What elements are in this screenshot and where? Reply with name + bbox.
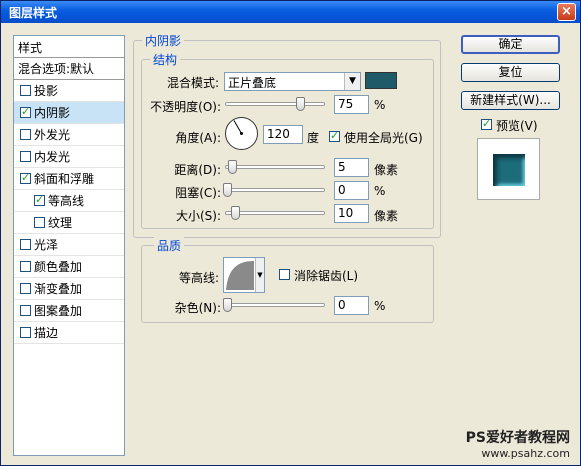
style-list-item-label: 颜色叠加 (34, 260, 83, 274)
global-light-label: 使用全局光(G) (344, 131, 423, 145)
style-checkbox[interactable] (20, 151, 31, 162)
style-list-item[interactable]: 颜色叠加 (14, 256, 124, 278)
style-list-item[interactable]: 纹理 (14, 212, 124, 234)
style-list-item[interactable]: 内发光 (14, 146, 124, 168)
opacity-input[interactable]: 75 (334, 95, 369, 114)
style-list: 样式 混合选项:默认 投影内阴影外发光内发光斜面和浮雕等高线纹理光泽颜色叠加渐变… (13, 35, 125, 456)
style-list-item[interactable]: 投影 (14, 80, 124, 102)
blend-options-item[interactable]: 混合选项:默认 (14, 58, 124, 80)
style-preview-box (477, 138, 540, 200)
style-checkbox[interactable] (20, 327, 31, 338)
style-list-item-label: 纹理 (48, 216, 73, 230)
size-unit: 像素 (374, 209, 399, 223)
style-list-item-label: 图案叠加 (34, 304, 83, 318)
contour-label: 等高线: (178, 271, 219, 285)
opacity-label: 不透明度(O): (150, 100, 221, 114)
style-list-item[interactable]: 渐变叠加 (14, 278, 124, 300)
window-title: 图层样式 (9, 6, 58, 20)
watermark-url: www.psahz.com (481, 447, 570, 460)
anti-alias-label: 消除锯齿(L) (294, 269, 359, 283)
blend-mode-select[interactable]: 正片叠底 ▼ (224, 72, 361, 91)
new-style-button[interactable]: 新建样式(W)... (461, 91, 560, 110)
distance-label: 距离(D): (174, 163, 221, 177)
layer-style-dialog: 图层样式 × 样式 混合选项:默认 投影内阴影外发光内发光斜面和浮雕等高线纹理光… (0, 0, 581, 466)
style-checkbox[interactable] (34, 193, 45, 206)
size-input[interactable]: 10 (334, 204, 369, 223)
style-list-item[interactable]: 斜面和浮雕 (14, 168, 124, 190)
angle-input[interactable]: 120 (263, 125, 303, 144)
style-list-item-label: 斜面和浮雕 (34, 172, 95, 186)
blend-mode-label: 混合模式: (166, 76, 219, 90)
style-list-item[interactable]: 图案叠加 (14, 300, 124, 322)
chevron-down-icon[interactable]: ▼ (344, 73, 360, 90)
size-slider-thumb[interactable] (231, 206, 240, 220)
angle-dial-graphic (225, 117, 258, 150)
noise-slider[interactable] (223, 298, 325, 312)
angle-dial[interactable] (224, 116, 259, 151)
distance-slider[interactable] (225, 160, 325, 174)
style-checkbox[interactable] (20, 105, 31, 118)
choke-unit: % (374, 184, 386, 198)
quality-title: 品质 (154, 237, 185, 254)
contour-picker[interactable]: ▼ (223, 257, 265, 293)
preview-label: 预览(V) (496, 119, 538, 133)
watermark-title: PS爱好者教程网 (465, 430, 570, 446)
opacity-slider-thumb[interactable] (296, 97, 305, 111)
style-list-item-label: 光泽 (34, 238, 59, 252)
style-list-item-label: 等高线 (48, 194, 85, 208)
style-list-item[interactable]: 描边 (14, 322, 124, 344)
style-checkbox[interactable] (20, 239, 31, 250)
style-list-item[interactable]: 内阴影 (14, 102, 124, 124)
style-checkbox[interactable] (20, 261, 31, 272)
size-slider[interactable] (225, 206, 325, 220)
style-list-item-label: 外发光 (34, 128, 71, 142)
distance-slider-thumb[interactable] (228, 160, 237, 174)
blend-mode-value: 正片叠底 (228, 76, 277, 90)
angle-unit: 度 (307, 131, 320, 145)
noise-label: 杂色(N): (174, 301, 221, 315)
style-list-item-label: 投影 (34, 84, 59, 98)
size-label: 大小(S): (175, 209, 221, 223)
style-list-item[interactable]: 外发光 (14, 124, 124, 146)
title-bar[interactable]: 图层样式 × (1, 1, 580, 23)
structure-title: 结构 (150, 51, 181, 68)
style-checkbox[interactable] (20, 171, 31, 184)
angle-label: 角度(A): (175, 131, 221, 145)
ok-button[interactable]: 确定 (461, 35, 560, 54)
choke-slider-thumb[interactable] (223, 183, 232, 197)
style-list-item-label: 内发光 (34, 150, 71, 164)
inner-shadow-title: 内阴影 (142, 32, 185, 49)
opacity-unit: % (374, 98, 386, 112)
style-checkbox[interactable] (20, 85, 31, 96)
contour-curve-icon (226, 261, 254, 290)
close-button[interactable]: × (557, 3, 576, 21)
style-list-item[interactable]: 光泽 (14, 234, 124, 256)
reset-button[interactable]: 复位 (461, 63, 560, 82)
distance-unit: 像素 (374, 163, 399, 177)
style-checkbox[interactable] (20, 129, 31, 140)
chevron-down-icon[interactable]: ▼ (255, 258, 264, 292)
preview-checkbox[interactable] (481, 117, 492, 130)
noise-input[interactable]: 0 (334, 296, 369, 315)
style-list-item-label: 渐变叠加 (34, 282, 83, 296)
global-light-checkbox[interactable] (329, 129, 340, 142)
opacity-slider[interactable] (225, 97, 325, 111)
style-preview-swatch (493, 154, 525, 186)
style-list-item[interactable]: 等高线 (14, 190, 124, 212)
style-checkbox[interactable] (20, 305, 31, 316)
style-list-item-label: 内阴影 (34, 106, 71, 120)
watermark: PS爱好者教程网 www.psahz.com (466, 427, 570, 460)
choke-label: 阻塞(C): (175, 186, 221, 200)
distance-input[interactable]: 5 (334, 158, 369, 177)
choke-slider[interactable] (223, 183, 325, 197)
noise-slider-thumb[interactable] (223, 298, 232, 312)
noise-unit: % (374, 299, 386, 313)
style-checkbox[interactable] (34, 217, 45, 228)
shadow-color-swatch[interactable] (365, 72, 397, 89)
choke-input[interactable]: 0 (334, 181, 369, 200)
style-list-item-label: 描边 (34, 326, 59, 340)
style-checkbox[interactable] (20, 283, 31, 294)
anti-alias-checkbox[interactable] (279, 269, 290, 280)
style-list-header[interactable]: 样式 (14, 36, 124, 58)
